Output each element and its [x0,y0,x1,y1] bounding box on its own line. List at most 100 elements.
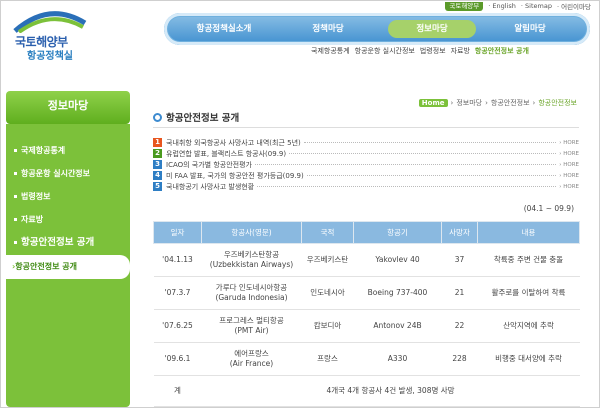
cell-country: 캄보디아 [301,309,354,343]
cell-airline: 프로그레스 멀티항공 (PMT Air) [201,309,302,343]
list-item-title[interactable]: 유럽연합 발표, 블랙리스트 항공사(09.9) [166,149,286,159]
list-item-title[interactable]: 미 FAA 발표, 국가의 항공안전 평가등급(09.9) [166,171,304,181]
cell-country: 인도네시아 [301,276,354,310]
sidebar-item-realtime[interactable]: 항공운항 실시간정보 [6,162,130,185]
logo-subtitle: 항공정책실 [27,51,73,62]
page-title: 항공안전정보 공개 [153,110,239,124]
list-item[interactable]: 2 유럽연합 발표, 블랙리스트 항공사(09.9) › HORE [153,148,579,159]
cell-total-text: 4개국 4개 항공사 4건 발생, 308명 사망 [201,375,580,407]
lnb-archive[interactable]: 자료방 [451,46,470,58]
list-item-title[interactable]: 국내취항 외국항공사 사망사고 내역(최근 5년) [166,138,301,148]
safety-info-list: 1 국내취항 외국항공사 사망사고 내역(최근 5년) › HORE 2 유럽연… [153,137,579,192]
breadcrumb-sep: › [532,99,536,107]
sidebar-item-archive[interactable]: 자료방 [6,208,130,231]
page-frame: 국토해양부 항공정책실 국토해양부 · English · Sitemap · … [0,0,600,408]
more-label: HORE [563,150,579,157]
lnb-safety[interactable]: 항공안전정보 공개 [475,46,529,58]
breadcrumb-safety[interactable]: 항공안전정보 [491,98,530,108]
airline-name: 프로그레스 멀티항공 [219,316,284,326]
lnb-realtime[interactable]: 항공운항 실시간정보 [355,46,415,58]
cell-airline: 가루다 인도네시아항공 (Garuda Indonesia) [201,276,302,310]
breadcrumb-sep: › [485,99,488,107]
lnb-stats[interactable]: 국제항공통계 [311,46,350,58]
dotted-leader [303,142,557,143]
breadcrumb-info[interactable]: 정보마당 [456,98,482,108]
col-aircraft-header: 항공기 [353,221,442,244]
util-sitemap-label: Sitemap [525,2,552,10]
cell-date: '04.1.13 [153,243,202,277]
sidebar-subitem-safety[interactable]: ›항공안전정보 공개 [6,255,130,279]
lnb-law[interactable]: 법령정보 [420,46,446,58]
col-deaths-header: 사망자 [441,221,478,244]
sidebar-item-safety[interactable]: 항공안전정보 공개 [6,231,130,254]
sidebar-menu: 국제항공통계 항공운항 실시간정보 법령정보 자료방 항공안전정보 공개 ›항공… [6,139,130,279]
breadcrumb: Home › 정보마당 › 항공안전정보 › 항공안전정보 [418,98,577,108]
list-item-title[interactable]: ICAO의 국가별 항공안전평가 [166,160,252,170]
more-link[interactable]: › HORE [559,173,579,179]
sidebar-item-label: 자료방 [21,215,44,224]
gnb-policy[interactable]: 정책마당 [284,20,372,38]
airline-name: 우즈베키스탄항공 [223,250,280,260]
airline-name-en: (PMT Air) [234,326,269,335]
dotted-leader [254,164,557,165]
gnb-notice[interactable]: 알림마당 [486,20,574,38]
list-item-title[interactable]: 국내항공기 사망사고 발생현황 [166,182,254,192]
cell-aircraft: Boeing 737-400 [353,276,442,310]
breadcrumb-current: 항공안전정보 [538,99,577,107]
number-badge: 1 [153,138,162,147]
util-english-link[interactable]: · English [488,2,516,10]
airline-name-en: (Garuda Indonesia) [215,293,288,302]
utility-links: 국토해양부 · English · Sitemap · 어린이마당 [445,1,591,11]
global-nav: 항공정책실소개 정책마당 정보마당 알림마당 [164,13,590,45]
ministry-logo[interactable]: 국토해양부 항공정책실 [9,3,89,62]
sidebar-item-stats[interactable]: 국제항공통계 [6,139,130,162]
number-badge: 5 [153,182,162,191]
table-row: '04.1.13 우즈베키스탄항공 (Uzbekkistan Airways) 우… [153,243,580,277]
cell-date: '07.6.25 [153,309,202,343]
airline-name-en: (Uzbekkistan Airways) [209,260,294,269]
cell-country: 우즈베키스탄 [301,243,354,277]
accident-table: 일자 항공사(영문) 국적 항공기 사망자 내용 '04.1.13 우즈베키스탄… [153,221,580,407]
airline-name-en: (Air France) [229,359,274,368]
list-item[interactable]: 1 국내취항 외국항공사 사망사고 내역(최근 5년) › HORE [153,137,579,148]
cell-airline: 에어프랑스 (Air France) [201,342,302,376]
col-content-header: 내용 [477,221,580,244]
bullet-icon [14,172,17,175]
cell-content: 활주로를 이탈하여 착륙 [477,276,580,310]
dotted-leader [306,175,557,176]
sidebar-item-label: 국제항공통계 [21,146,66,155]
util-home-link[interactable]: 국토해양부 [445,1,484,11]
breadcrumb-home[interactable]: Home [418,99,448,107]
more-link[interactable]: › HORE [559,162,579,168]
breadcrumb-sep: › [450,99,454,107]
sidebar-item-law[interactable]: 법령정보 [6,185,130,208]
cell-country: 프랑스 [301,342,354,376]
bullet-icon [14,241,17,244]
more-link[interactable]: › HORE [559,184,579,190]
logo-arc-icon [13,11,87,33]
cell-aircraft: Yakovlev 40 [353,243,442,277]
bullet-icon [14,149,17,152]
gnb-about[interactable]: 항공정책실소개 [180,20,268,38]
list-item[interactable]: 5 국내항공기 사망사고 발생현황 › HORE [153,181,579,192]
cell-content: 비행중 대서양에 추락 [477,342,580,376]
more-label: HORE [563,139,579,146]
cell-deaths: 21 [441,276,478,310]
table-row: '07.6.25 프로그레스 멀티항공 (PMT Air) 캄보디아 Antono… [153,309,580,343]
more-link[interactable]: › HORE [559,140,579,146]
cell-deaths: 228 [441,342,478,376]
gnb-info[interactable]: 정보마당 [388,20,476,38]
more-link[interactable]: › HORE [559,151,579,157]
cell-content: 산악지역에 추락 [477,309,580,343]
number-badge: 2 [153,149,162,158]
util-english-label: English [492,2,516,10]
list-item[interactable]: 3 ICAO의 국가별 항공안전평가 › HORE [153,159,579,170]
sub-nav: 국제항공통계 항공운항 실시간정보 법령정보 자료방 항공안전정보 공개 [311,46,529,58]
util-sitemap-link[interactable]: · Sitemap [521,2,552,10]
cell-deaths: 22 [441,309,478,343]
more-label: HORE [563,161,579,168]
util-kids-link[interactable]: · 어린이마당 [557,1,591,11]
cell-date: '09.6.1 [153,342,202,376]
cell-total-label: 계 [153,375,202,407]
list-item[interactable]: 4 미 FAA 발표, 국가의 항공안전 평가등급(09.9) › HORE [153,170,579,181]
